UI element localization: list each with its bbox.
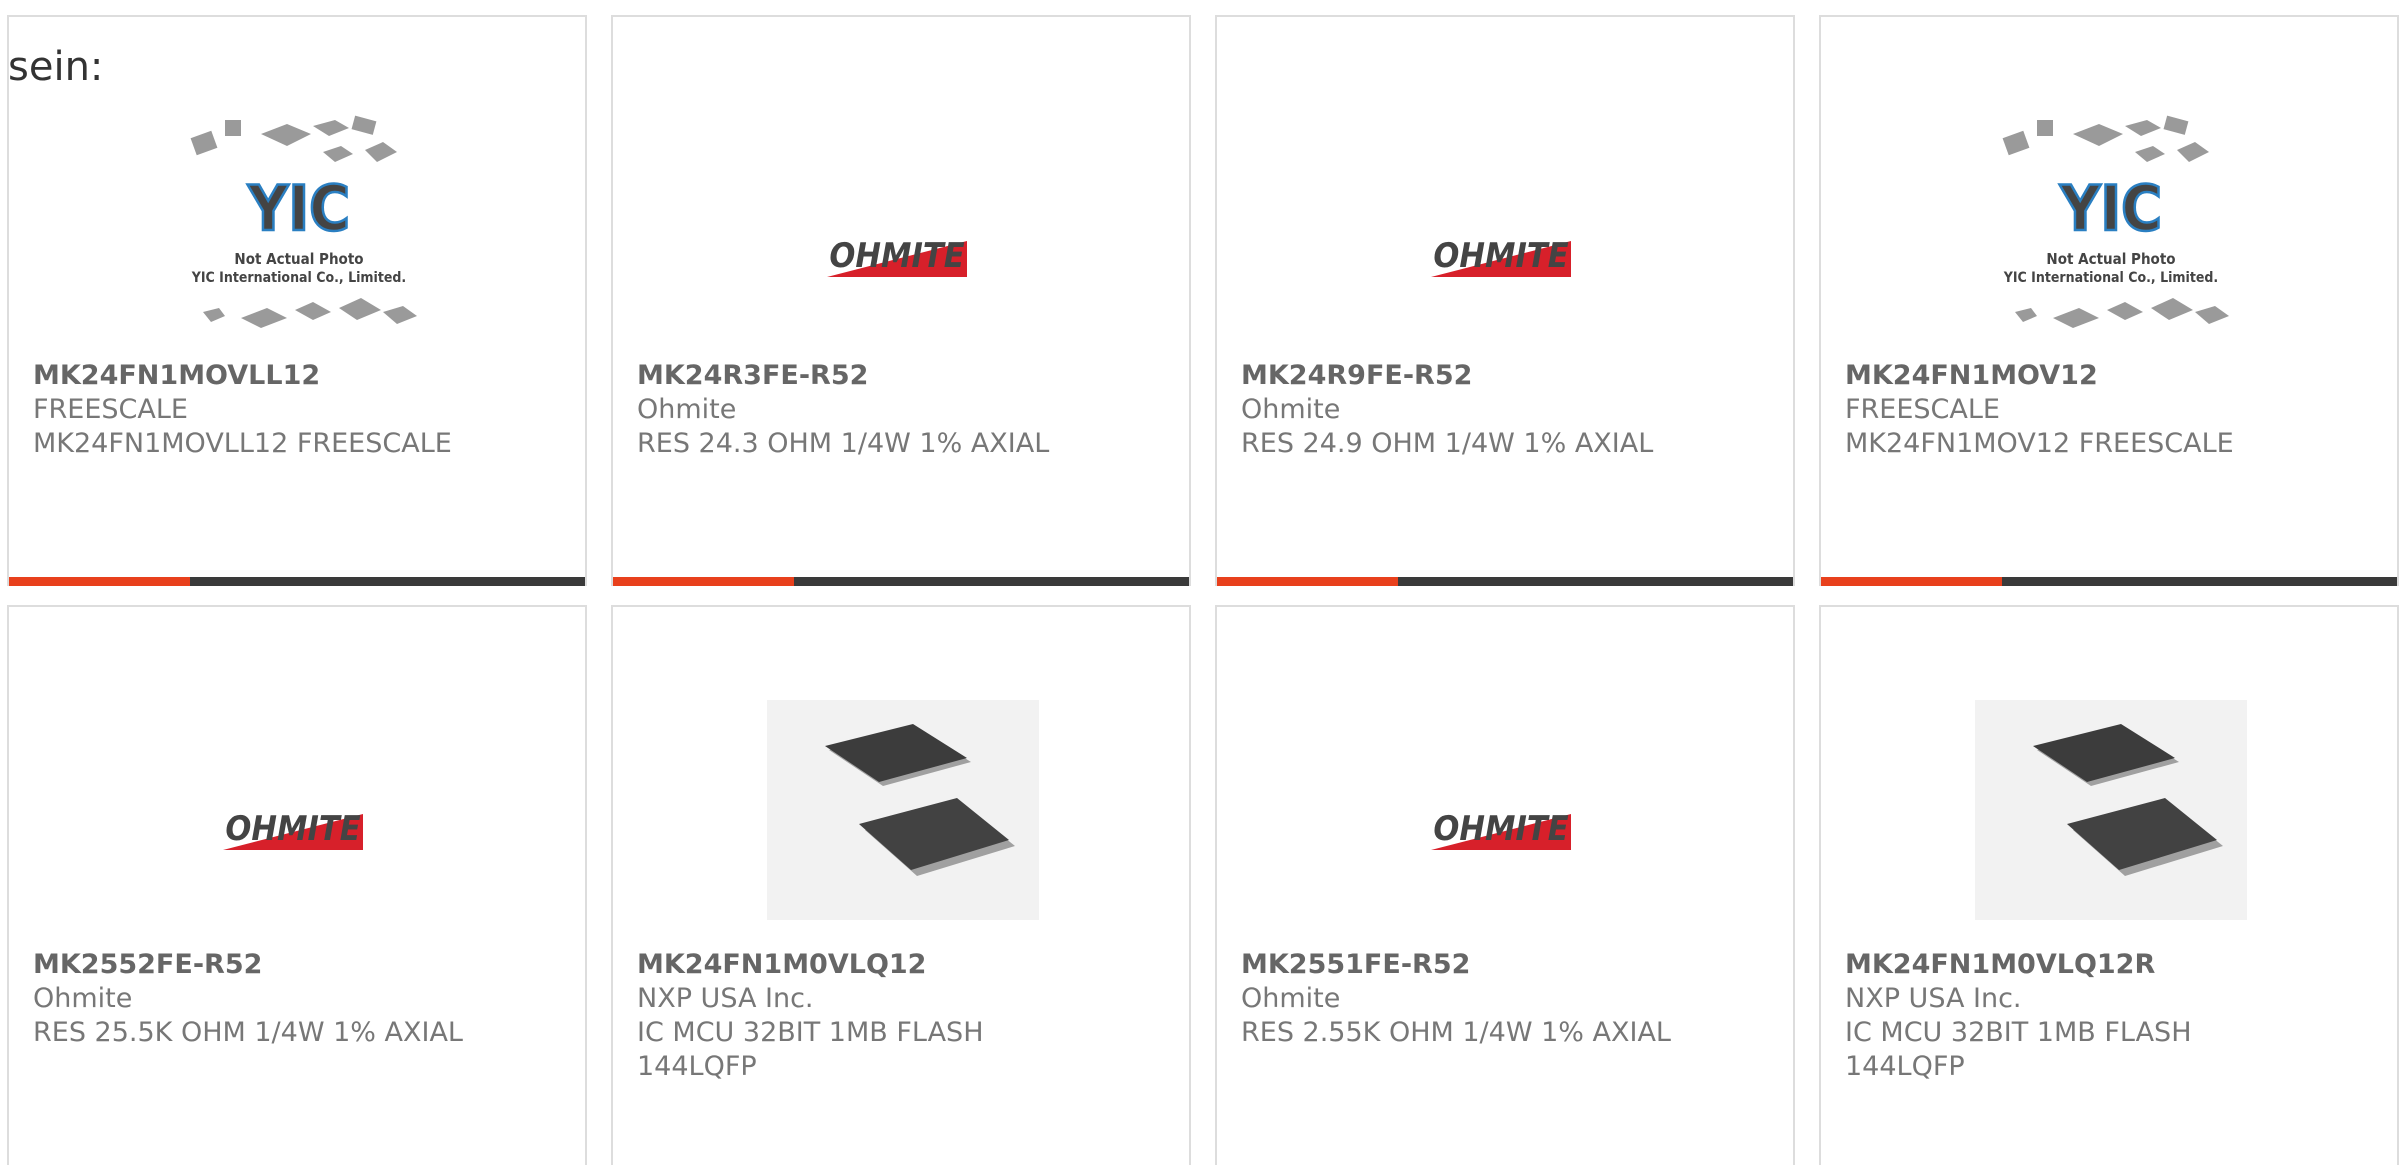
product-info: MK2552FE-R52 Ohmite RES 25.5K OHM 1/4W 1… [33,948,563,1050]
product-card[interactable]: OHMITE MK24R3FE-R52 Ohmite RES 24.3 OHM … [611,15,1191,586]
product-info: MK2551FE-R52 Ohmite RES 2.55K OHM 1/4W 1… [1241,948,1771,1050]
product-info: MK24R3FE-R52 Ohmite RES 24.3 OHM 1/4W 1%… [637,359,1167,461]
intro-text: sein: [8,44,104,90]
product-info: MK24FN1M0VLQ12 NXP USA Inc. IC MCU 32BIT… [637,948,1167,1084]
product-card[interactable]: MK24FN1M0VLQ12R NXP USA Inc. IC MCU 32BI… [1819,605,2399,1165]
card-accent-bar [9,577,190,586]
part-number[interactable]: MK2551FE-R52 [1241,948,1771,982]
svg-text:Not Actual Photo: Not Actual Photo [234,250,363,268]
product-card[interactable]: MK24FN1M0VLQ12 NXP USA Inc. IC MCU 32BIT… [611,605,1191,1165]
part-number[interactable]: MK24R3FE-R52 [637,359,1167,393]
svg-text:YIC International Co., Limited: YIC International Co., Limited. [191,270,406,286]
description: IC MCU 32BIT 1MB FLASH 144LQFP [637,1017,984,1082]
description: RES 2.55K OHM 1/4W 1% AXIAL [1241,1017,1671,1048]
description: RES 24.3 OHM 1/4W 1% AXIAL [637,428,1050,459]
part-number[interactable]: MK24R9FE-R52 [1241,359,1771,393]
svg-text:Not Actual Photo: Not Actual Photo [2046,250,2175,268]
product-image-ohmite-logo[interactable]: OHMITE [1371,101,1643,373]
product-grid: YIC Not Actual Photo YIC International C… [0,0,2400,1165]
yic-logo: YIC [247,172,350,245]
product-image-yic-placeholder[interactable]: YIC Not Actual Photo YIC International C… [1975,101,2247,373]
product-image-ohmite-logo[interactable]: OHMITE [163,674,435,946]
svg-text:YIC International Co., Limited: YIC International Co., Limited. [2003,270,2218,286]
product-card[interactable]: OHMITE MK2551FE-R52 Ohmite RES 2.55K OHM… [1215,605,1795,1165]
part-number[interactable]: MK24FN1MOVLL12 [33,359,563,393]
card-bottom-bar [1217,577,1793,586]
card-bottom-bar [613,577,1189,586]
description: MK24FN1MOV12 FREESCALE [1845,428,2234,459]
yic-logo: YIC [2059,172,2162,245]
manufacturer: NXP USA Inc. [1845,983,2022,1014]
part-number[interactable]: MK2552FE-R52 [33,948,563,982]
manufacturer: FREESCALE [1845,394,2000,425]
card-accent-bar [1821,577,2002,586]
description: RES 24.9 OHM 1/4W 1% AXIAL [1241,428,1654,459]
manufacturer: Ohmite [637,394,737,425]
part-number[interactable]: MK24FN1M0VLQ12R [1845,948,2375,982]
product-info: MK24FN1MOVLL12 FREESCALE MK24FN1MOVLL12 … [33,359,563,461]
description: MK24FN1MOVLL12 FREESCALE [33,428,452,459]
ohmite-logo: OHMITE [225,809,360,849]
card-accent-bar [613,577,794,586]
product-card[interactable]: YIC Not Actual Photo YIC International C… [7,15,587,586]
card-bottom-bar [1821,577,2397,586]
product-image-lqfp-chip[interactable] [1975,674,2247,946]
product-card[interactable]: OHMITE MK2552FE-R52 Ohmite RES 25.5K OHM… [7,605,587,1165]
ohmite-logo: OHMITE [1433,236,1568,276]
card-accent-bar [1217,577,1398,586]
card-bottom-bar [9,577,585,586]
product-image-lqfp-chip[interactable] [767,674,1039,946]
manufacturer: FREESCALE [33,394,188,425]
description: RES 25.5K OHM 1/4W 1% AXIAL [33,1017,463,1048]
manufacturer: Ohmite [33,983,133,1014]
description: IC MCU 32BIT 1MB FLASH 144LQFP [1845,1017,2192,1082]
ohmite-logo: OHMITE [829,236,964,276]
product-info: MK24FN1MOV12 FREESCALE MK24FN1MOV12 FREE… [1845,359,2375,461]
manufacturer: NXP USA Inc. [637,983,814,1014]
product-card[interactable]: OHMITE MK24R9FE-R52 Ohmite RES 24.9 OHM … [1215,15,1795,586]
part-number[interactable]: MK24FN1M0VLQ12 [637,948,1167,982]
product-info: MK24FN1M0VLQ12R NXP USA Inc. IC MCU 32BI… [1845,948,2375,1084]
manufacturer: Ohmite [1241,983,1341,1014]
product-image-ohmite-logo[interactable]: OHMITE [1371,674,1643,946]
product-card[interactable]: YIC Not Actual Photo YIC International C… [1819,15,2399,586]
product-image-ohmite-logo[interactable]: OHMITE [767,101,1039,373]
product-image-yic-placeholder[interactable]: YIC Not Actual Photo YIC International C… [163,101,435,373]
ohmite-logo: OHMITE [1433,809,1568,849]
product-info: MK24R9FE-R52 Ohmite RES 24.9 OHM 1/4W 1%… [1241,359,1771,461]
part-number[interactable]: MK24FN1MOV12 [1845,359,2375,393]
manufacturer: Ohmite [1241,394,1341,425]
